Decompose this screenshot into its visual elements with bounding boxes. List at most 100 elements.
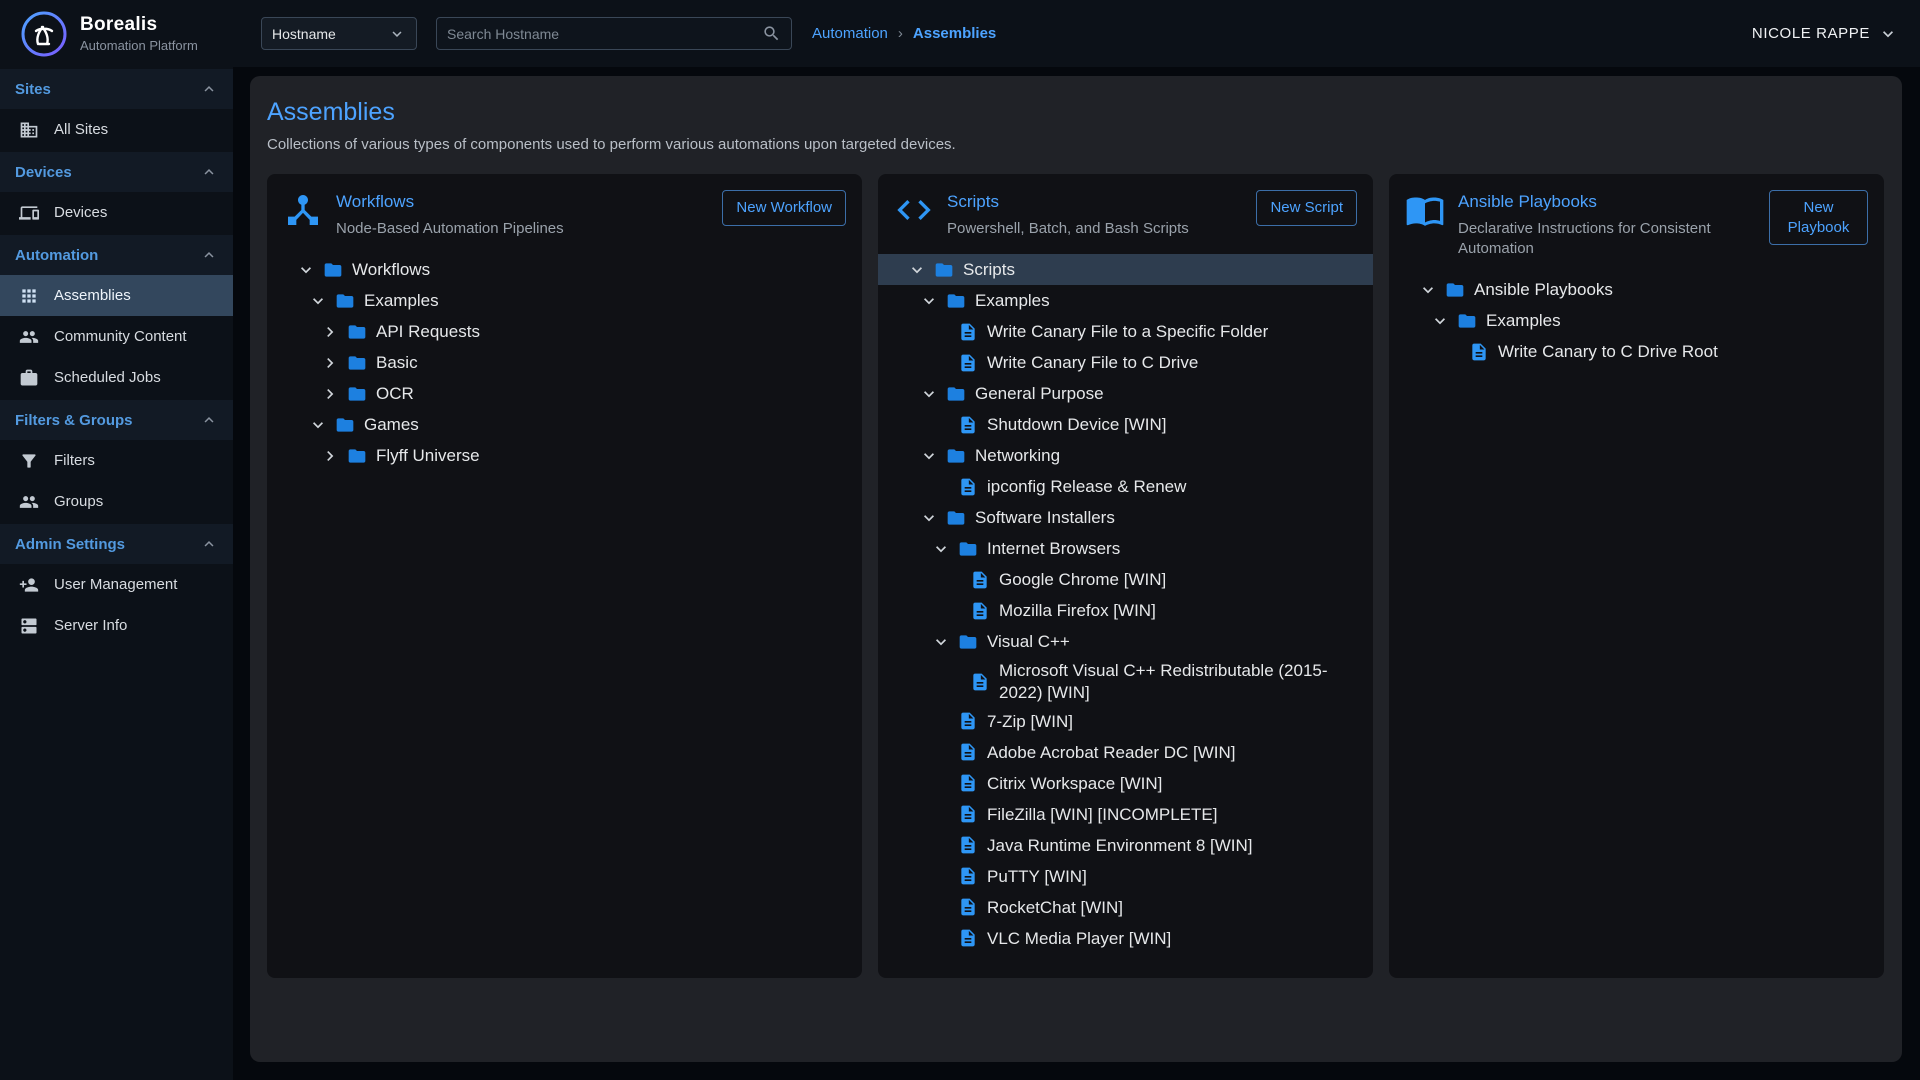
new-script-button[interactable]: New Script [1256,190,1357,226]
chevron-down-icon[interactable] [296,260,323,280]
sidebar-section-filters-groups[interactable]: Filters & Groups [0,400,233,440]
tree-item-workflows[interactable]: Workflows [267,254,862,285]
search-box[interactable] [436,17,792,50]
tree-item-general-purpose[interactable]: General Purpose [878,378,1373,409]
sidebar-section-admin-settings[interactable]: Admin Settings [0,524,233,564]
tree-item-examples[interactable]: Examples [878,285,1373,316]
sidebar-item-community-content[interactable]: Community Content [0,316,233,357]
tree-item-api-requests[interactable]: API Requests [267,316,862,347]
sidebar-item-user-management[interactable]: User Management [0,564,233,605]
hostname-select-value: Hostname [272,26,336,42]
tree-item-internet-browsers[interactable]: Internet Browsers [878,533,1373,564]
chevron-right-icon[interactable] [320,322,347,342]
file-icon [958,322,987,342]
breadcrumb-item-automation[interactable]: Automation [812,25,888,42]
tree-item-software-installers[interactable]: Software Installers [878,502,1373,533]
sidebar-section-sites[interactable]: Sites [0,69,233,109]
tree-item-label: Flyff Universe [376,442,480,469]
tree-item-vlc-media-player-win[interactable]: VLC Media Player [WIN] [878,923,1373,954]
chevron-down-icon[interactable] [919,291,946,311]
chevron-right-icon[interactable] [320,446,347,466]
sidebar-section-devices[interactable]: Devices [0,152,233,192]
tree-item-shutdown-device-win[interactable]: Shutdown Device [WIN] [878,409,1373,440]
chevron-right-icon[interactable] [320,353,347,373]
chevron-right-icon[interactable] [320,384,347,404]
tree-item-label: RocketChat [WIN] [987,894,1123,921]
tree-item-label: Write Canary File to C Drive [987,349,1198,376]
folder-icon [347,446,376,466]
file-icon [958,866,987,886]
tree-item-google-chrome-win[interactable]: Google Chrome [WIN] [878,564,1373,595]
chevron-up-icon [200,246,218,264]
breadcrumb-item-assemblies[interactable]: Assemblies [913,25,996,42]
card-title: Scripts [947,192,1243,212]
user-menu[interactable]: NICOLE RAPPE [1752,24,1898,44]
chevron-down-icon[interactable] [1430,311,1457,331]
tree-item-label: Internet Browsers [987,535,1120,562]
tree-item-ipconfig-release-renew[interactable]: ipconfig Release & Renew [878,471,1373,502]
tree-item-games[interactable]: Games [267,409,862,440]
search-input[interactable] [447,26,762,42]
all-sites-icon [19,120,39,140]
sidebar-item-all-sites[interactable]: All Sites [0,109,233,150]
chevron-down-icon [1878,24,1898,44]
tree-item-label: Scripts [963,256,1015,283]
sidebar-item-scheduled-jobs[interactable]: Scheduled Jobs [0,357,233,398]
tree-item-label: VLC Media Player [WIN] [987,925,1171,952]
sidebar-item-filters[interactable]: Filters [0,440,233,481]
tree-item-scripts[interactable]: Scripts [878,254,1373,285]
chevron-down-icon[interactable] [308,415,335,435]
chevron-down-icon[interactable] [931,539,958,559]
tree-item-citrix-workspace-win[interactable]: Citrix Workspace [WIN] [878,768,1373,799]
chevron-down-icon[interactable] [919,508,946,528]
folder-icon [934,260,963,280]
chevron-down-icon[interactable] [931,632,958,652]
search-icon[interactable] [762,24,781,43]
sidebar-item-label: Community Content [54,328,187,345]
tree-item-rocketchat-win[interactable]: RocketChat [WIN] [878,892,1373,923]
sidebar-section-automation[interactable]: Automation [0,235,233,275]
tree-item-mozilla-firefox-win[interactable]: Mozilla Firefox [WIN] [878,595,1373,626]
chevron-down-icon[interactable] [919,384,946,404]
tree-item-basic[interactable]: Basic [267,347,862,378]
chevron-down-icon[interactable] [907,260,934,280]
folder-icon [958,632,987,652]
tree-item-flyff-universe[interactable]: Flyff Universe [267,440,862,471]
tree-item-examples[interactable]: Examples [267,285,862,316]
tree-item-networking[interactable]: Networking [878,440,1373,471]
scripts-tree: Scripts ExamplesWrite Canary File to a Sp… [878,254,1373,954]
new-playbook-button[interactable]: New Playbook [1769,190,1868,245]
file-icon [970,601,999,621]
tree-item-putty-win[interactable]: PuTTY [WIN] [878,861,1373,892]
tree-item-ansible-playbooks[interactable]: Ansible Playbooks [1389,275,1884,306]
assemblies-panel: Assemblies Collections of various types … [250,76,1902,1062]
hostname-select[interactable]: Hostname [261,17,417,50]
tree-item-filezilla-win-incomplete[interactable]: FileZilla [WIN] [INCOMPLETE] [878,799,1373,830]
tree-item-java-runtime-environment-8-win[interactable]: Java Runtime Environment 8 [WIN] [878,830,1373,861]
sidebar-item-devices[interactable]: Devices [0,192,233,233]
tree-item-write-canary-to-c-drive-root[interactable]: Write Canary to C Drive Root [1389,337,1884,368]
folder-icon [347,322,376,342]
chevron-down-icon[interactable] [1418,280,1445,300]
tree-item-label: Software Installers [975,504,1115,531]
sidebar-section-label: Filters & Groups [15,412,133,429]
tree-item-7-zip-win[interactable]: 7-Zip [WIN] [878,706,1373,737]
sidebar-item-assemblies[interactable]: Assemblies [0,275,233,316]
tree-item-write-canary-file-to-a-specific-folder[interactable]: Write Canary File to a Specific Folder [878,316,1373,347]
card-subtitle: Powershell, Batch, and Bash Scripts [947,219,1243,239]
tree-item-examples[interactable]: Examples [1389,306,1884,337]
tree-item-microsoft-visual-c-redistributable-2015-2022-win[interactable]: Microsoft Visual C++ Redistributable (20… [878,657,1373,706]
chevron-down-icon[interactable] [919,446,946,466]
tree-item-label: FileZilla [WIN] [INCOMPLETE] [987,801,1217,828]
sidebar-item-server-info[interactable]: Server Info [0,605,233,646]
tree-item-write-canary-file-to-c-drive[interactable]: Write Canary File to C Drive [878,347,1373,378]
chevron-down-icon[interactable] [308,291,335,311]
tree-item-visual-c[interactable]: Visual C++ [878,626,1373,657]
folder-icon [946,446,975,466]
new-workflow-button[interactable]: New Workflow [722,190,846,226]
tree-item-label: Examples [1486,307,1561,334]
tree-item-ocr[interactable]: OCR [267,378,862,409]
tree-item-label: Examples [975,287,1050,314]
tree-item-adobe-acrobat-reader-dc-win[interactable]: Adobe Acrobat Reader DC [WIN] [878,737,1373,768]
sidebar-item-groups[interactable]: Groups [0,481,233,522]
